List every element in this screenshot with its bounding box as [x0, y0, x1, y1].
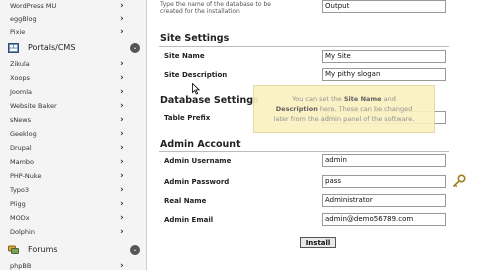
- chevron-right-icon: ›: [120, 185, 124, 195]
- sidebar-item-label: WordPress MU: [10, 2, 57, 10]
- sidebar-item-label: Dolphin: [10, 228, 35, 236]
- sidebar-category-label: Forums: [28, 245, 58, 254]
- section-divider: [159, 151, 449, 152]
- sidebar-item[interactable]: sNews ›: [0, 114, 146, 127]
- site-name-input[interactable]: My Site: [322, 50, 446, 63]
- chevron-right-icon: ›: [120, 199, 124, 209]
- admin-email-label: Admin Email: [164, 216, 214, 224]
- sidebar-item[interactable]: Geeklog ›: [0, 128, 146, 141]
- chevron-right-icon: ›: [120, 143, 124, 153]
- tooltip-text: You can set the: [292, 95, 344, 103]
- real-name-input[interactable]: Administrator: [322, 194, 446, 207]
- tooltip-text: and: [381, 95, 396, 103]
- sidebar-item[interactable]: Pligg ›: [0, 198, 146, 211]
- tooltip-line1: You can set the Site Name and: [254, 94, 434, 104]
- sidebar-item[interactable]: Pixie ›: [0, 26, 146, 39]
- sidebar-item-label: MODx: [10, 214, 30, 222]
- sidebar-item[interactable]: MODx ›: [0, 212, 146, 225]
- chevron-right-icon: ›: [120, 101, 124, 111]
- chevron-right-icon: ›: [120, 171, 124, 181]
- sidebar-item[interactable]: phpBB ›: [0, 260, 146, 273]
- sidebar-item[interactable]: Drupal ›: [0, 142, 146, 155]
- forum-icon: [8, 245, 19, 254]
- sidebar-item-label: Website Baker: [10, 102, 57, 110]
- key-icon[interactable]: [452, 174, 466, 188]
- sidebar-item-label: eggBlog: [10, 15, 37, 23]
- sidebar-item-label: Typo3: [10, 186, 30, 194]
- chevron-right-icon: ›: [120, 73, 124, 83]
- sidebar-item-label: Joomla: [10, 88, 32, 96]
- chevron-right-icon: ›: [120, 59, 124, 69]
- sidebar-item-label: phpBB: [10, 262, 32, 270]
- sidebar-item[interactable]: eggBlog ›: [0, 13, 146, 26]
- real-name-label: Real Name: [164, 197, 207, 205]
- sidebar-item-label: sNews: [10, 116, 31, 124]
- site-description-input[interactable]: My pithy slogan: [322, 68, 446, 81]
- admin-account-title: Admin Account: [160, 139, 241, 150]
- sidebar-category-label: Portals/CMS: [28, 43, 76, 52]
- site-name-label: Site Name: [164, 52, 205, 60]
- portal-icon: [8, 43, 19, 53]
- chevron-right-icon: ›: [120, 227, 124, 237]
- chevron-right-icon: ›: [120, 27, 124, 37]
- chevron-right-icon: ›: [120, 1, 124, 11]
- sidebar-category-forums[interactable]: Forums ⌄: [0, 242, 146, 258]
- sidebar-item[interactable]: WordPress MU ›: [0, 0, 146, 13]
- mouse-cursor-icon: [192, 83, 200, 95]
- sidebar-item-label: Xoops: [10, 74, 30, 82]
- site-description-label: Site Description: [164, 71, 228, 79]
- sidebar-item[interactable]: Typo3 ›: [0, 184, 146, 197]
- section-divider: [159, 46, 449, 47]
- admin-password-label: Admin Password: [164, 178, 230, 186]
- help-tooltip: You can set the Site Name and Descriptio…: [253, 85, 435, 133]
- sidebar-item[interactable]: Mambo ›: [0, 156, 146, 169]
- site-settings-title: Site Settings: [160, 33, 230, 44]
- sidebar-item-label: Geeklog: [10, 130, 37, 138]
- database-settings-title: Database Settings: [160, 95, 259, 106]
- table-prefix-label: Table Prefix: [164, 114, 211, 122]
- sidebar-item[interactable]: Dolphin ›: [0, 226, 146, 239]
- sidebar-item-label: Zikula: [10, 60, 30, 68]
- tooltip-line2: Description here. These can be changed: [254, 104, 434, 114]
- tooltip-text: here. These can be changed: [317, 105, 413, 113]
- database-hint-line2: created for the installation: [160, 8, 240, 15]
- sidebar-item-label: Drupal: [10, 144, 32, 152]
- chevron-right-icon: ›: [120, 157, 124, 167]
- tooltip-bold-text: Site Name: [343, 95, 382, 103]
- sidebar-item[interactable]: Xoops ›: [0, 72, 146, 85]
- database-hint: Type the name of the database to be: [160, 1, 271, 8]
- sidebar-item-label: Mambo: [10, 158, 35, 166]
- chevron-down-icon[interactable]: ⌄: [130, 43, 140, 53]
- sidebar-item-label: Pixie: [10, 28, 26, 36]
- tooltip-bold-text: Description: [275, 105, 318, 113]
- sidebar-category-portals[interactable]: Portals/CMS ⌄: [0, 40, 146, 56]
- chevron-down-icon[interactable]: ⌄: [130, 245, 140, 255]
- sidebar-item-label: Pligg: [10, 200, 26, 208]
- install-button[interactable]: Install: [300, 237, 336, 248]
- admin-email-input[interactable]: admin@demo56789.com: [322, 213, 446, 226]
- sidebar-item[interactable]: Joomla ›: [0, 86, 146, 99]
- sidebar: WordPress MU › eggBlog › Pixie › Portals…: [0, 0, 147, 273]
- chevron-right-icon: ›: [120, 213, 124, 223]
- chevron-right-icon: ›: [120, 14, 124, 24]
- admin-username-label: Admin Username: [164, 157, 232, 165]
- admin-password-input[interactable]: pass: [322, 175, 446, 188]
- sidebar-item[interactable]: Website Baker ›: [0, 100, 146, 113]
- sidebar-item[interactable]: Zikula ›: [0, 58, 146, 71]
- chevron-right-icon: ›: [120, 129, 124, 139]
- tooltip-line3: later from the admin panel of the softwa…: [273, 115, 415, 123]
- admin-username-input[interactable]: admin: [322, 154, 446, 167]
- chevron-right-icon: ›: [120, 261, 124, 271]
- sidebar-item-label: PHP-Nuke: [10, 172, 42, 180]
- sidebar-item[interactable]: PHP-Nuke ›: [0, 170, 146, 183]
- chevron-right-icon: ›: [120, 87, 124, 97]
- install-form: Type the name of the database to be crea…: [147, 0, 480, 270]
- database-name-input[interactable]: Output: [322, 0, 446, 13]
- chevron-right-icon: ›: [120, 115, 124, 125]
